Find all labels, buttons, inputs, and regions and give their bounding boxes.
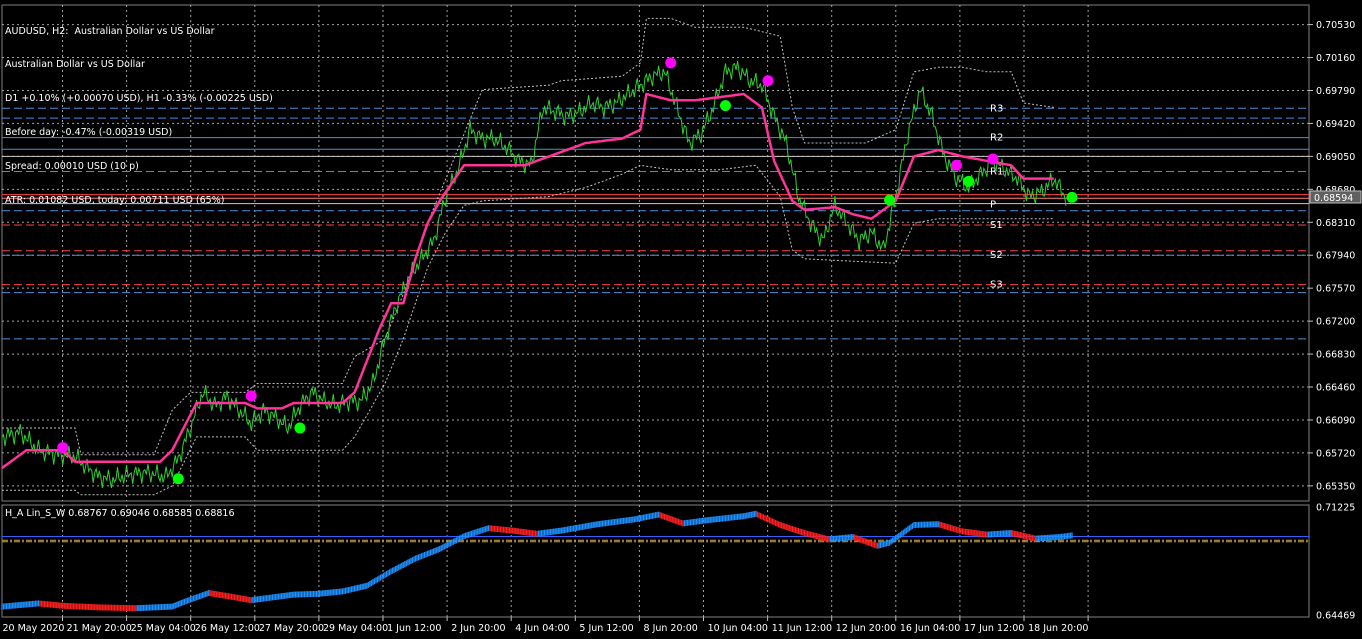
indicator-label: H_A Lin_S_W 0.68767 0.69046 0.68585 0.68… [5, 508, 235, 519]
signal-marker-bottom [963, 175, 975, 187]
y-tick-label: 0.65350 [1316, 481, 1355, 492]
x-tick-label: 10 Jun 04:00 [708, 623, 768, 634]
indicator-pane-frame [1, 504, 1310, 618]
previous-day-change: Before day: -0.47% (-0.00319 USD) [5, 127, 173, 139]
level-label-r3: R3 [990, 103, 1003, 114]
y-tick-label: 0.67200 [1316, 317, 1355, 328]
symbol-title: AUDUSD, H2: Australian Dollar vs US Doll… [5, 25, 215, 37]
y-tick-label: 0.65720 [1316, 448, 1355, 459]
x-tick-label: 20 May 2020 [3, 623, 65, 634]
x-tick-label: 2 Jun 20:00 [451, 623, 505, 634]
current-price-label: 0.68594 [1314, 193, 1353, 204]
x-tick-label: 5 Jun 12:00 [579, 623, 633, 634]
sub-y-tick-label: 0.71225 [1316, 503, 1355, 514]
y-tick-label: 0.69420 [1316, 119, 1355, 130]
signal-marker-top [57, 442, 69, 454]
x-tick-label: 17 Jun 12:00 [964, 623, 1024, 634]
y-tick-label: 0.69050 [1316, 152, 1355, 163]
x-tick-label: 16 Jun 04:00 [900, 623, 960, 634]
level-label-r2: R2 [990, 133, 1003, 144]
y-tick-label: 0.67570 [1316, 284, 1355, 295]
atr-info: ATR: 0.01082 USD, today: 0.00711 USD (65… [5, 195, 225, 207]
signal-marker-bottom [294, 422, 306, 434]
level-label-s2: S2 [990, 250, 1003, 261]
signal-marker-bottom [719, 100, 731, 112]
x-tick-label: 12 Jun 20:00 [836, 623, 896, 634]
y-tick-label: 0.69790 [1316, 86, 1355, 97]
x-tick-label: 18 Jun 20:00 [1028, 623, 1088, 634]
daily-change: D1 +0.10% (+0.00070 USD), H1 -0.33% (-0.… [5, 93, 273, 105]
level-label-s3: S3 [990, 280, 1003, 291]
chart-window[interactable]: 0.70530 0.70160 0.69790 0.69420 0.69050 0.686… [0, 0, 1362, 639]
y-tick-label: 0.66090 [1316, 415, 1355, 426]
x-tick-label: 1 Jun 12:00 [387, 623, 441, 634]
signal-marker-bottom [1066, 191, 1078, 203]
spread-info: Spread: 0.00010 USD (10 p) [5, 161, 139, 173]
x-tick-label: 26 May 12:00 [195, 623, 260, 634]
x-tick-label: 25 May 04:00 [131, 623, 196, 634]
x-tick-label: 11 Jun 12:00 [772, 623, 832, 634]
level-label-s1: S1 [990, 220, 1003, 231]
x-tick-label: 21 May 20:00 [67, 623, 132, 634]
chart-info-panel: AUDUSD, H2: Australian Dollar vs US Doll… [5, 3, 273, 229]
y-tick-label: 0.70530 [1316, 20, 1355, 31]
signal-marker-bottom [172, 473, 184, 485]
indicator-bars [1, 510, 1073, 612]
signal-marker-top [665, 57, 677, 69]
signal-marker-top [950, 159, 962, 171]
sub-y-tick-label: 0.64469 [1316, 611, 1355, 622]
x-tick-label: 27 May 20:00 [259, 623, 324, 634]
signal-marker-top [987, 153, 999, 165]
x-tick-label: 29 May 04:00 [323, 623, 388, 634]
y-tick-label: 0.66460 [1316, 383, 1355, 394]
symbol-description: Australian Dollar vs US Dollar [5, 59, 145, 71]
y-tick-label: 0.70160 [1316, 53, 1355, 64]
y-tick-label: 0.67940 [1316, 251, 1355, 262]
signal-marker-bottom [884, 194, 896, 206]
signal-marker-top [762, 75, 774, 87]
x-tick-label: 8 Jun 20:00 [644, 623, 698, 634]
x-tick-label: 4 Jun 04:00 [515, 623, 569, 634]
y-tick-label: 0.68310 [1316, 218, 1355, 229]
signal-marker-top [245, 390, 257, 402]
level-label-p: P [990, 200, 996, 211]
y-tick-label: 0.66830 [1316, 350, 1355, 361]
